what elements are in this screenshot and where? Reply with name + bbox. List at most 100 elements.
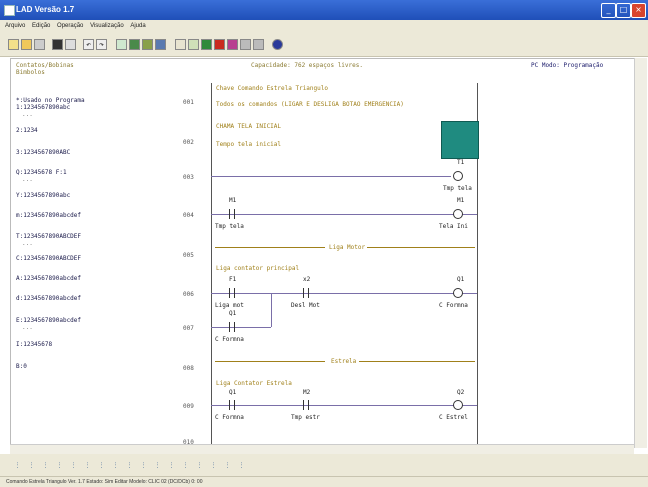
variable-more: ...	[22, 240, 33, 247]
variable-entry[interactable]: Q:12345678 F:1...	[16, 169, 67, 183]
variable-entry[interactable]: m:1234567890abcdef	[16, 212, 81, 219]
rung-9-coil[interactable]	[453, 400, 463, 410]
rung-6-coil[interactable]	[453, 288, 463, 298]
instruction-icon[interactable]: ⫶	[194, 460, 205, 471]
monitor-icon[interactable]	[240, 39, 251, 50]
rung-4-coil[interactable]	[453, 209, 463, 219]
rung-9-contact1[interactable]	[227, 400, 237, 410]
redo-icon[interactable]: ↷	[96, 39, 107, 50]
variable-entry[interactable]: 2:1234	[16, 127, 38, 134]
variable-entry[interactable]: A:1234567890abcdef	[16, 275, 81, 282]
instruction-icon[interactable]: ⫶	[138, 460, 149, 471]
variable-entry[interactable]: Y:1234567890abc	[16, 192, 70, 199]
maximize-icon[interactable]: □	[616, 3, 631, 18]
run-icon[interactable]	[214, 39, 225, 50]
rung-6-contact1[interactable]	[227, 288, 237, 298]
variable-entry[interactable]: E:1234567890abcdef...	[16, 317, 81, 331]
rung-6-contact2[interactable]	[301, 288, 311, 298]
section-liga-motor: Liga Motor	[329, 244, 366, 251]
instruction-icon[interactable]: ⫶	[166, 460, 177, 471]
rung-3-coil[interactable]	[453, 171, 463, 181]
simulate-icon[interactable]	[253, 39, 264, 50]
new-icon[interactable]	[8, 39, 19, 50]
rung-4-contact-id: M1	[229, 197, 237, 204]
variable-entry[interactable]: T:1234567890ABCDEF...	[16, 233, 81, 247]
cut-icon[interactable]	[175, 39, 186, 50]
status-bar: Comando Estrela Triangulo Ver. 1.7 Estad…	[0, 476, 648, 487]
help-icon[interactable]	[272, 39, 283, 50]
menu-ajuda[interactable]: Ajuda	[130, 23, 145, 29]
variable-entry[interactable]: 3:1234567890ABC	[16, 149, 70, 156]
counter-icon[interactable]	[155, 39, 166, 50]
instruction-icon[interactable]: ⫶	[152, 460, 163, 471]
rung-7-contact[interactable]	[227, 322, 237, 332]
instruction-icon[interactable]: ⫶	[26, 460, 37, 471]
instruction-icon[interactable]: ⫶	[124, 460, 135, 471]
instruction-icon[interactable]: ⫶	[208, 460, 219, 471]
text-block[interactable]	[441, 121, 479, 159]
variable-entry[interactable]: I:12345678	[16, 341, 52, 348]
timer-icon[interactable]	[142, 39, 153, 50]
rung-number: 001	[183, 99, 194, 106]
variable-text: 2:1234	[16, 127, 38, 134]
vertical-scrollbar[interactable]	[634, 58, 647, 448]
variable-text: Q:12345678 F:1	[16, 169, 67, 176]
menu-visualizacao[interactable]: Visualização	[90, 23, 124, 29]
separator-line-1b	[367, 247, 475, 248]
rung-9-wire	[211, 405, 477, 406]
title-bar: LAD Versão 1.7 _ □ ×	[0, 0, 648, 20]
instruction-icon[interactable]: ⫶	[236, 460, 247, 471]
rung-7-wire	[211, 327, 271, 328]
rung-4-coil-label: Tela Ini	[439, 223, 468, 230]
rung-4-wire	[211, 214, 477, 215]
variable-text: E:1234567890abcdef	[16, 317, 82, 324]
capacity-label: Capacidade: 762 espaços livres.	[251, 62, 363, 69]
variable-entry[interactable]: C:1234567890ABCDEF	[16, 255, 81, 262]
rung-9-contact2-id: M2	[303, 389, 311, 396]
stop-icon[interactable]	[227, 39, 238, 50]
rung-4-contact[interactable]	[227, 209, 237, 219]
instruction-icon[interactable]: ⫶	[222, 460, 233, 471]
rung-9-contact2[interactable]	[301, 400, 311, 410]
rung-3-coil-id: T1	[457, 159, 465, 166]
write-plc-icon[interactable]	[201, 39, 212, 50]
variable-text: A:1234567890abcdef	[16, 275, 82, 282]
menu-operacao[interactable]: Operação	[57, 23, 83, 29]
left-power-rail	[211, 83, 212, 445]
menu-edicao[interactable]: Edição	[32, 23, 50, 29]
variable-entry[interactable]: *:Usado no Programa 1:1234567890abc...	[16, 97, 85, 118]
open-icon[interactable]	[21, 39, 32, 50]
rung-7-branch	[271, 293, 272, 327]
instruction-icon[interactable]: ⫶	[68, 460, 79, 471]
instruction-icon[interactable]: ⫶	[110, 460, 121, 471]
rung-9-coil-label: C Estrel	[439, 414, 468, 421]
rung-number: 003	[183, 174, 194, 181]
menu-arquivo[interactable]: Arquivo	[5, 23, 25, 29]
comment-6: Liga Contator Estrela	[216, 380, 292, 387]
contact-icon[interactable]	[116, 39, 127, 50]
rung-3-coil-label: Tmp tela	[443, 185, 472, 192]
print-icon[interactable]	[52, 39, 63, 50]
variable-more: ...	[22, 111, 33, 118]
instruction-icon[interactable]: ⫶	[12, 460, 23, 471]
copy-icon[interactable]	[188, 39, 199, 50]
undo-icon[interactable]: ↶	[83, 39, 94, 50]
instruction-icon[interactable]: ⫶	[96, 460, 107, 471]
variable-entry[interactable]: B:0	[16, 363, 27, 370]
variable-text: *:Usado no Programa 1:1234567890abc	[16, 97, 85, 111]
rung-9-contact1-label: C Formna	[215, 414, 244, 421]
rung-9-contact1-id: Q1	[229, 389, 237, 396]
instruction-icon[interactable]: ⫶	[180, 460, 191, 471]
coil-icon[interactable]	[129, 39, 140, 50]
close-icon[interactable]: ×	[631, 3, 646, 18]
rung-4-coil-id: M1	[457, 197, 465, 204]
instruction-icon[interactable]: ⫶	[82, 460, 93, 471]
preview-icon[interactable]	[65, 39, 76, 50]
minimize-icon[interactable]: _	[601, 3, 616, 18]
variable-text: d:1234567890abcdef	[16, 295, 82, 302]
instruction-icon[interactable]: ⫶	[54, 460, 65, 471]
variable-entry[interactable]: d:1234567890abcdef	[16, 295, 81, 302]
instruction-icon[interactable]: ⫶	[40, 460, 51, 471]
save-icon[interactable]	[34, 39, 45, 50]
rung-9-contact2-label: Tmp estr	[291, 414, 320, 421]
